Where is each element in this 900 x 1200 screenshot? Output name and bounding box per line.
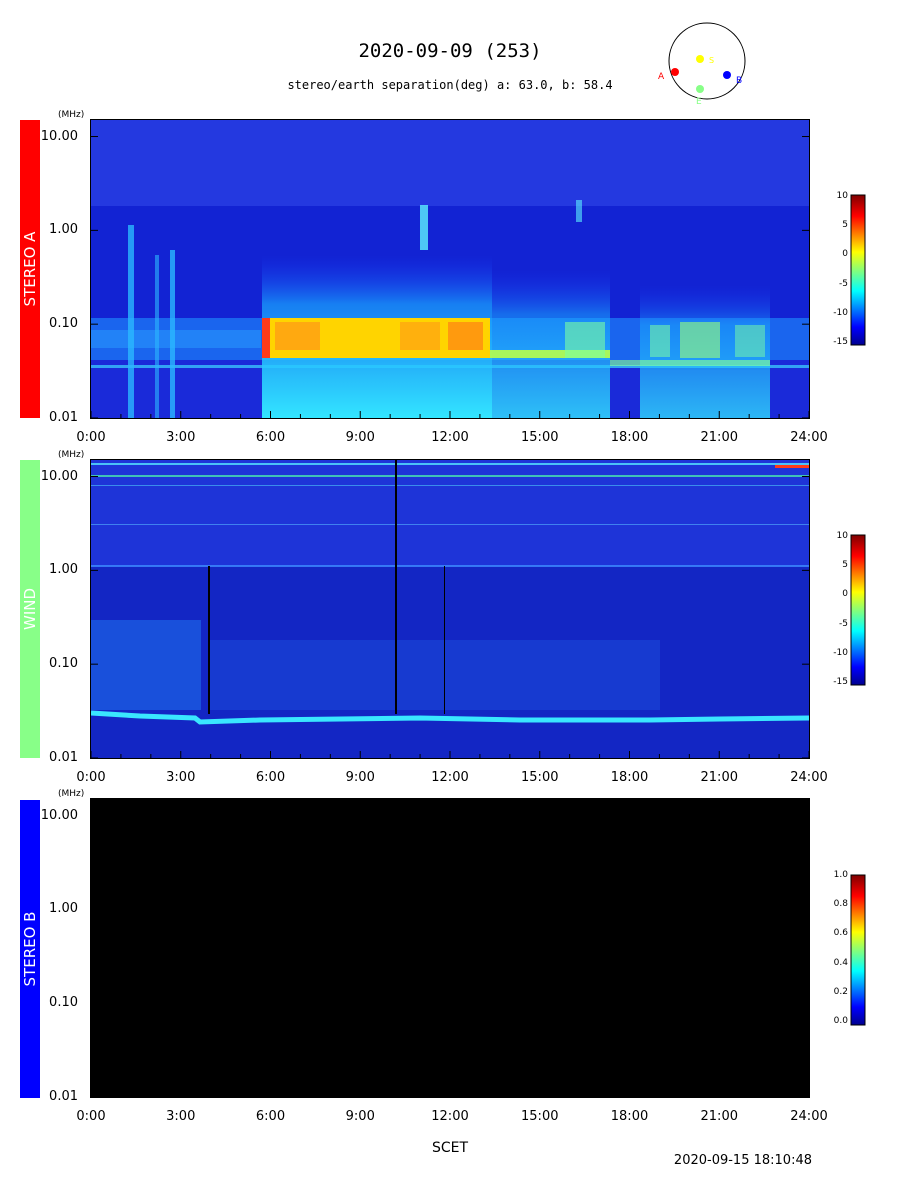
- stereo-b-x-tick-label: 0:00: [76, 1109, 106, 1124]
- wind-colorbar-tick-label: 10: [836, 531, 848, 541]
- stereo-a-x-tick-label: 9:00: [345, 430, 375, 445]
- stereo-b-y-tick-label: 10.00: [40, 807, 78, 823]
- stereo-a-y-tick-label: 1.00: [49, 222, 78, 238]
- stereo-a-colorbar-tick-label: -10: [833, 307, 848, 318]
- stereo-b-colorbar-tick-label: 0.4: [833, 957, 848, 968]
- wind-x-tick-label: 9:00: [345, 770, 375, 785]
- stereo-a-x-tick-label: 24:00: [790, 430, 828, 445]
- wind-colorbar-tick-label: 0: [842, 589, 848, 600]
- stereo-a-y-tick-label: 10.00: [40, 128, 78, 144]
- wind-colorbar-tick-label: -10: [833, 647, 848, 658]
- stereo-b-spectrogram: [91, 799, 809, 1097]
- stereo-b-x-tick-label: 3:00: [166, 1109, 196, 1124]
- stereo-b-colorbar-tick-label: 0.6: [833, 928, 848, 939]
- stereo-a-y-tick-label: 0.10: [49, 316, 78, 332]
- wind-colorbar: [850, 534, 866, 686]
- generation-timestamp: 2020-09-15 18:10:48: [673, 1153, 812, 1168]
- stereo-a-colorbar-tick-label: 0: [842, 249, 848, 260]
- stereo-b-colorbar-tick-label: 0.0: [833, 1016, 848, 1026]
- stereo-a-x-tick-label: 0:00: [76, 430, 106, 445]
- stereo-a-colorbar-tick-label: -15: [833, 337, 848, 347]
- stereo-a-x-tick-label: 21:00: [700, 430, 738, 445]
- stereo-a-label: STEREO A: [21, 231, 39, 307]
- stereo-a-colorbar-tick-label: -5: [839, 278, 848, 289]
- stereo-b-x-tick-label: 21:00: [700, 1109, 738, 1124]
- stereo-b-y-tick-label: 1.00: [49, 901, 78, 917]
- wind-x-tick-label: 21:00: [700, 770, 738, 785]
- wind-y-tick-label: 1.00: [49, 562, 78, 578]
- stereo-a-colorbar-tick-label: 5: [842, 220, 848, 231]
- wind-x-tick-label: 0:00: [76, 770, 106, 785]
- separation-subtitle: stereo/earth separation(deg) a: 63.0, b:…: [287, 78, 613, 92]
- stereo-b-colorbar-tick-label: 0.2: [833, 986, 848, 997]
- stereo-a-x-tick-label: 6:00: [255, 430, 286, 445]
- stereo-b-x-tick-label: 6:00: [255, 1109, 286, 1124]
- stereo-b-colorbar: [850, 874, 866, 1026]
- stereo-b-label: STEREO B: [21, 911, 39, 987]
- wind-x-tick-label: 18:00: [610, 770, 649, 785]
- wind-y-unit: (MHz): [58, 450, 85, 460]
- wind-spectrogram: [90, 460, 810, 758]
- stereo-b-y-unit: (MHz): [58, 789, 85, 799]
- wind-colorbar-tick-label: 5: [842, 560, 848, 571]
- orbit-label-e: E: [696, 97, 702, 107]
- stereo-a-y-unit: (MHz): [58, 110, 85, 120]
- stereo-a-label-bar: STEREO A: [20, 120, 40, 418]
- stereo-b-x-tick-label: 24:00: [790, 1109, 828, 1124]
- stereo-b-y-tick-label: 0.10: [49, 995, 78, 1011]
- stereo-b-x-tick-label: 12:00: [431, 1109, 469, 1124]
- wind-x-tick-label: 15:00: [521, 770, 559, 785]
- orbit-diagram: A S B E: [90, 22, 866, 1098]
- stereo-a-x-tick-label: 12:00: [431, 430, 469, 445]
- stereo-a-y-tick-label: 0.01: [49, 410, 78, 425]
- stereo-b-label-bar: STEREO B: [20, 800, 40, 1098]
- wind-y-tick-label: 0.10: [49, 656, 78, 672]
- stereo-a-colorbar-tick-label: 10: [836, 191, 848, 201]
- wind-label-bar: WIND: [20, 460, 40, 758]
- stereo-a-x-tick-label: 18:00: [610, 430, 649, 445]
- wind-x-tick-label: 6:00: [255, 770, 286, 785]
- wind-x-tick-label: 3:00: [166, 770, 196, 785]
- stereo-a-marker: [671, 68, 679, 76]
- wind-y-tick-label: 10.00: [40, 468, 78, 484]
- wind-colorbar-tick-label: -15: [833, 677, 848, 687]
- stereo-b-x-tick-label: 15:00: [521, 1109, 559, 1124]
- page-title: 2020-09-09 (253): [358, 40, 542, 62]
- stereo-a-x-tick-label: 15:00: [521, 430, 559, 445]
- stereo-b-x-tick-label: 9:00: [345, 1109, 375, 1124]
- stereo-b-colorbar-tick-label: 0.8: [833, 899, 848, 910]
- wind-x-tick-label: 24:00: [790, 770, 828, 785]
- stereo-a-x-tick-label: 3:00: [166, 430, 196, 445]
- wind-label: WIND: [21, 587, 39, 631]
- wind-y-tick-label: 0.01: [49, 750, 78, 765]
- stereo-a-colorbar: [850, 194, 866, 346]
- stereo-b-y-tick-label: 0.01: [49, 1089, 78, 1104]
- wind-x-tick-label: 12:00: [431, 770, 469, 785]
- stereo-b-x-tick-label: 18:00: [610, 1109, 649, 1124]
- stereo-b-colorbar-tick-label: 1.0: [833, 870, 848, 880]
- stereo-a-spectrogram: [91, 120, 809, 418]
- wind-colorbar-tick-label: -5: [839, 618, 848, 629]
